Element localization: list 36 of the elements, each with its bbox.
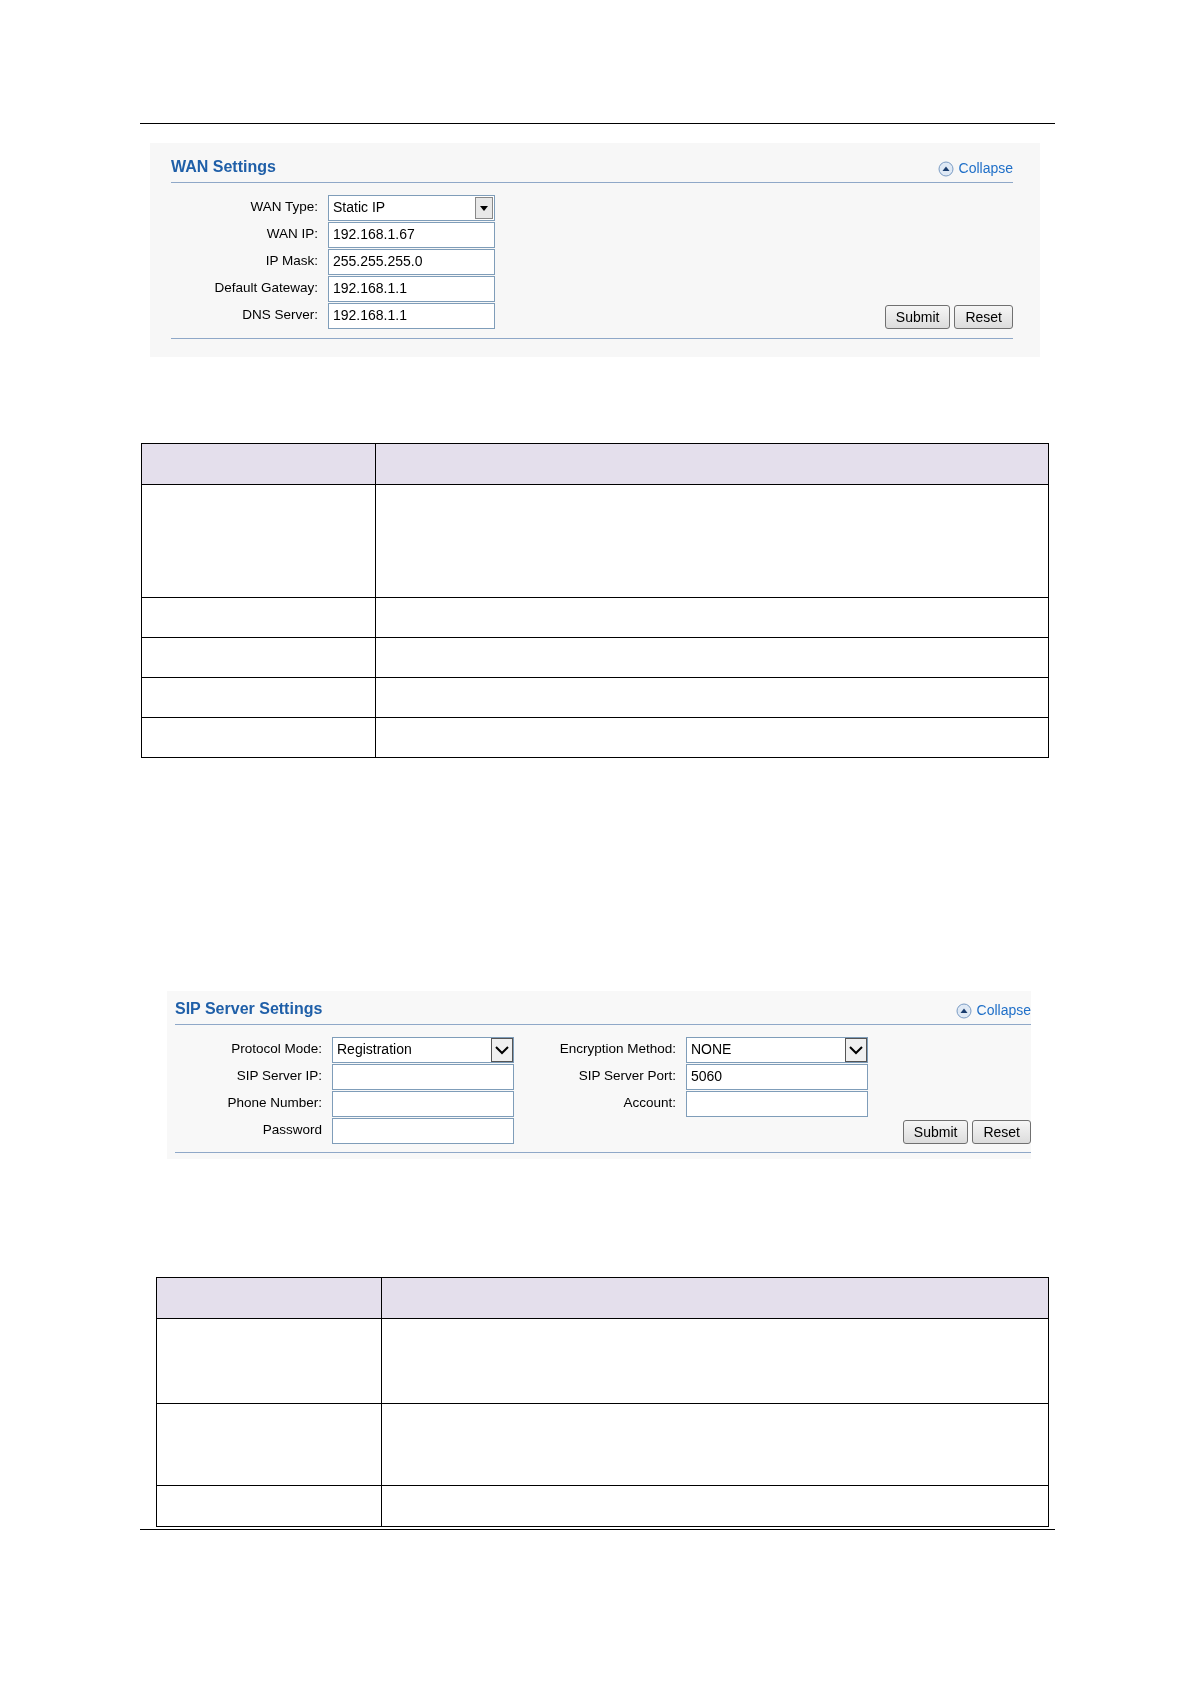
- input-field[interactable]: [332, 1063, 514, 1090]
- field-label: WAN IP:: [265, 225, 319, 244]
- input-field[interactable]: 192.168.1.1: [328, 275, 495, 302]
- field-label: SIP Server IP:: [235, 1067, 323, 1086]
- field-label: Protocol Mode:: [230, 1040, 323, 1059]
- field-label: IP Mask:: [264, 252, 319, 271]
- input-field[interactable]: 192.168.1.67: [328, 221, 495, 248]
- field-label: Password: [261, 1121, 323, 1140]
- field-label: Encryption Method:: [558, 1040, 677, 1059]
- dropdown-field[interactable]: NONE: [686, 1036, 868, 1063]
- field-label: Account:: [622, 1094, 677, 1113]
- collapse-icon[interactable]: [955, 1002, 972, 1019]
- submit-button[interactable]: Submit: [884, 305, 951, 329]
- input-field[interactable]: 255.255.255.0: [328, 248, 495, 275]
- input-field[interactable]: [686, 1090, 868, 1117]
- collapse-link[interactable]: Collapse: [976, 1000, 1031, 1021]
- submit-button[interactable]: Submit: [902, 1120, 969, 1144]
- reset-button[interactable]: Reset: [954, 305, 1013, 329]
- chevron-down-icon[interactable]: [845, 1037, 867, 1062]
- panel-title: SIP Server Settings: [175, 999, 323, 1019]
- input-field[interactable]: 5060: [686, 1063, 868, 1090]
- dropdown-field[interactable]: Static IP: [328, 194, 495, 221]
- reset-button[interactable]: Reset: [972, 1120, 1031, 1144]
- input-field[interactable]: [332, 1117, 514, 1144]
- chevron-down-icon[interactable]: [491, 1037, 513, 1062]
- dropdown-field[interactable]: Registration: [332, 1036, 514, 1063]
- collapse-icon[interactable]: [937, 160, 954, 177]
- field-label: SIP Server Port:: [577, 1067, 677, 1086]
- input-field[interactable]: 192.168.1.1: [328, 302, 495, 329]
- field-label: Phone Number:: [226, 1094, 323, 1113]
- input-field[interactable]: [332, 1090, 514, 1117]
- field-label: Default Gateway:: [213, 279, 319, 298]
- field-label: DNS Server:: [241, 306, 319, 325]
- panel-title: WAN Settings: [171, 157, 276, 177]
- field-label: WAN Type:: [249, 198, 319, 217]
- collapse-link[interactable]: Collapse: [958, 158, 1013, 179]
